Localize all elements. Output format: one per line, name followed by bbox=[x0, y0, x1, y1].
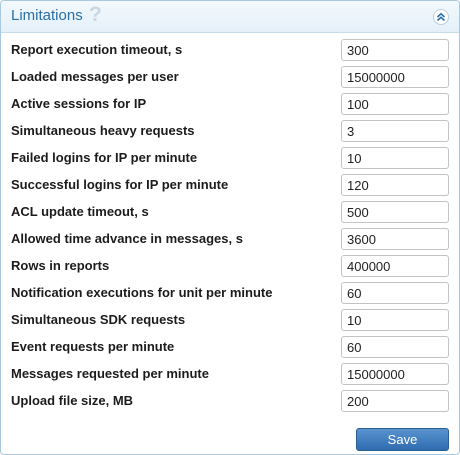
limit-label: Report execution timeout, s bbox=[11, 42, 183, 57]
limit-value-input[interactable] bbox=[341, 147, 449, 169]
limit-value-input[interactable] bbox=[341, 282, 449, 304]
limit-label: Loaded messages per user bbox=[11, 69, 179, 84]
limit-label: Upload file size, MB bbox=[11, 393, 134, 408]
limit-row: Messages requested per minute bbox=[1, 362, 459, 389]
limit-row: Rows in reports bbox=[1, 254, 459, 281]
limit-label: Rows in reports bbox=[11, 258, 110, 273]
limit-label: Event requests per minute bbox=[11, 339, 175, 354]
limit-value-input[interactable] bbox=[341, 390, 449, 412]
limit-value-input[interactable] bbox=[341, 120, 449, 142]
limit-row: Upload file size, MB bbox=[1, 389, 459, 416]
limitations-panel: Limitations ? Report execution timeout, … bbox=[0, 0, 460, 455]
limit-value-input[interactable] bbox=[341, 93, 449, 115]
limit-value-input[interactable] bbox=[341, 201, 449, 223]
double-chevron-up-icon[interactable] bbox=[433, 9, 449, 25]
limit-value-input[interactable] bbox=[341, 66, 449, 88]
limit-row: Allowed time advance in messages, s bbox=[1, 227, 459, 254]
limit-label: Successful logins for IP per minute bbox=[11, 177, 229, 192]
save-button[interactable]: Save bbox=[356, 428, 449, 451]
panel-title: Limitations bbox=[11, 7, 83, 24]
limit-row: Event requests per minute bbox=[1, 335, 459, 362]
limit-value-input[interactable] bbox=[341, 255, 449, 277]
limit-label: Notification executions for unit per min… bbox=[11, 285, 273, 300]
limit-label: ACL update timeout, s bbox=[11, 204, 149, 219]
limit-label: Active sessions for IP bbox=[11, 96, 147, 111]
limit-row: Report execution timeout, s bbox=[1, 38, 459, 65]
limit-label: Simultaneous heavy requests bbox=[11, 123, 195, 138]
limit-value-input[interactable] bbox=[341, 363, 449, 385]
limit-row: Failed logins for IP per minute bbox=[1, 146, 459, 173]
limit-value-input[interactable] bbox=[341, 309, 449, 331]
limit-row: Notification executions for unit per min… bbox=[1, 281, 459, 308]
limit-row: Simultaneous heavy requests bbox=[1, 119, 459, 146]
limit-label: Messages requested per minute bbox=[11, 366, 209, 381]
panel-header: Limitations ? bbox=[1, 1, 459, 33]
limit-value-input[interactable] bbox=[341, 336, 449, 358]
question-mark-icon[interactable]: ? bbox=[89, 4, 102, 26]
limit-label: Allowed time advance in messages, s bbox=[11, 231, 243, 246]
limit-row: ACL update timeout, s bbox=[1, 200, 459, 227]
limit-row: Loaded messages per user bbox=[1, 65, 459, 92]
limit-row: Active sessions for IP bbox=[1, 92, 459, 119]
limit-value-input[interactable] bbox=[341, 39, 449, 61]
limit-row: Successful logins for IP per minute bbox=[1, 173, 459, 200]
limit-label: Failed logins for IP per minute bbox=[11, 150, 198, 165]
limit-value-input[interactable] bbox=[341, 174, 449, 196]
limitations-form: Report execution timeout, s Loaded messag… bbox=[1, 38, 459, 416]
limit-label: Simultaneous SDK requests bbox=[11, 312, 186, 327]
limit-value-input[interactable] bbox=[341, 228, 449, 250]
limit-row: Simultaneous SDK requests bbox=[1, 308, 459, 335]
